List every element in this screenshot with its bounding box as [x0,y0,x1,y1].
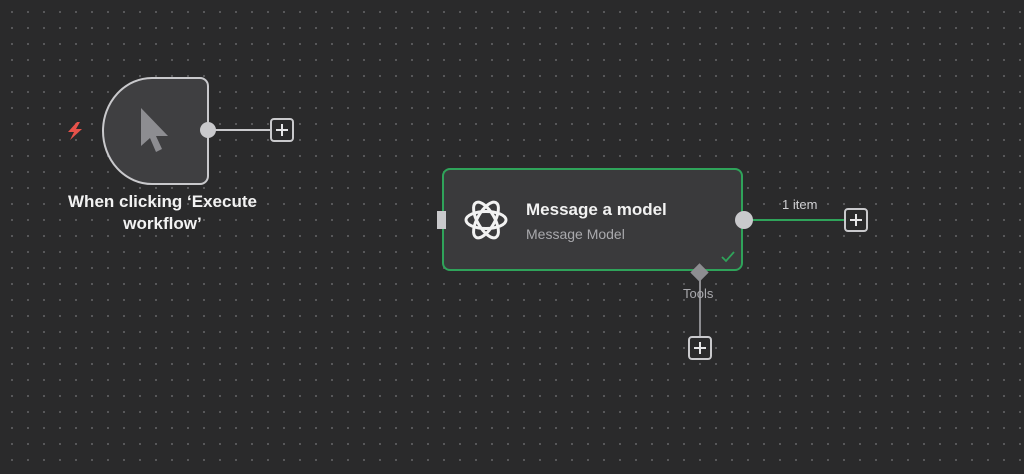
model-node-subtitle: Message Model [526,226,625,242]
lightning-bolt-icon [68,122,82,140]
trigger-node[interactable] [102,77,209,185]
message-model-node[interactable]: Message a model Message Model [442,168,743,271]
tools-label: Tools [683,286,714,301]
check-icon [721,251,735,263]
trigger-output-handle[interactable] [200,122,216,138]
output-items-label: 1 item [782,197,818,212]
trigger-node-label: When clicking ‘Execute workflow’ [68,192,257,233]
openai-logo-icon [464,200,508,240]
tools-add-button[interactable] [688,336,712,360]
model-node-title: Message a model [526,200,667,219]
model-add-node-button[interactable] [844,208,868,232]
trigger-add-node-button[interactable] [270,118,294,142]
